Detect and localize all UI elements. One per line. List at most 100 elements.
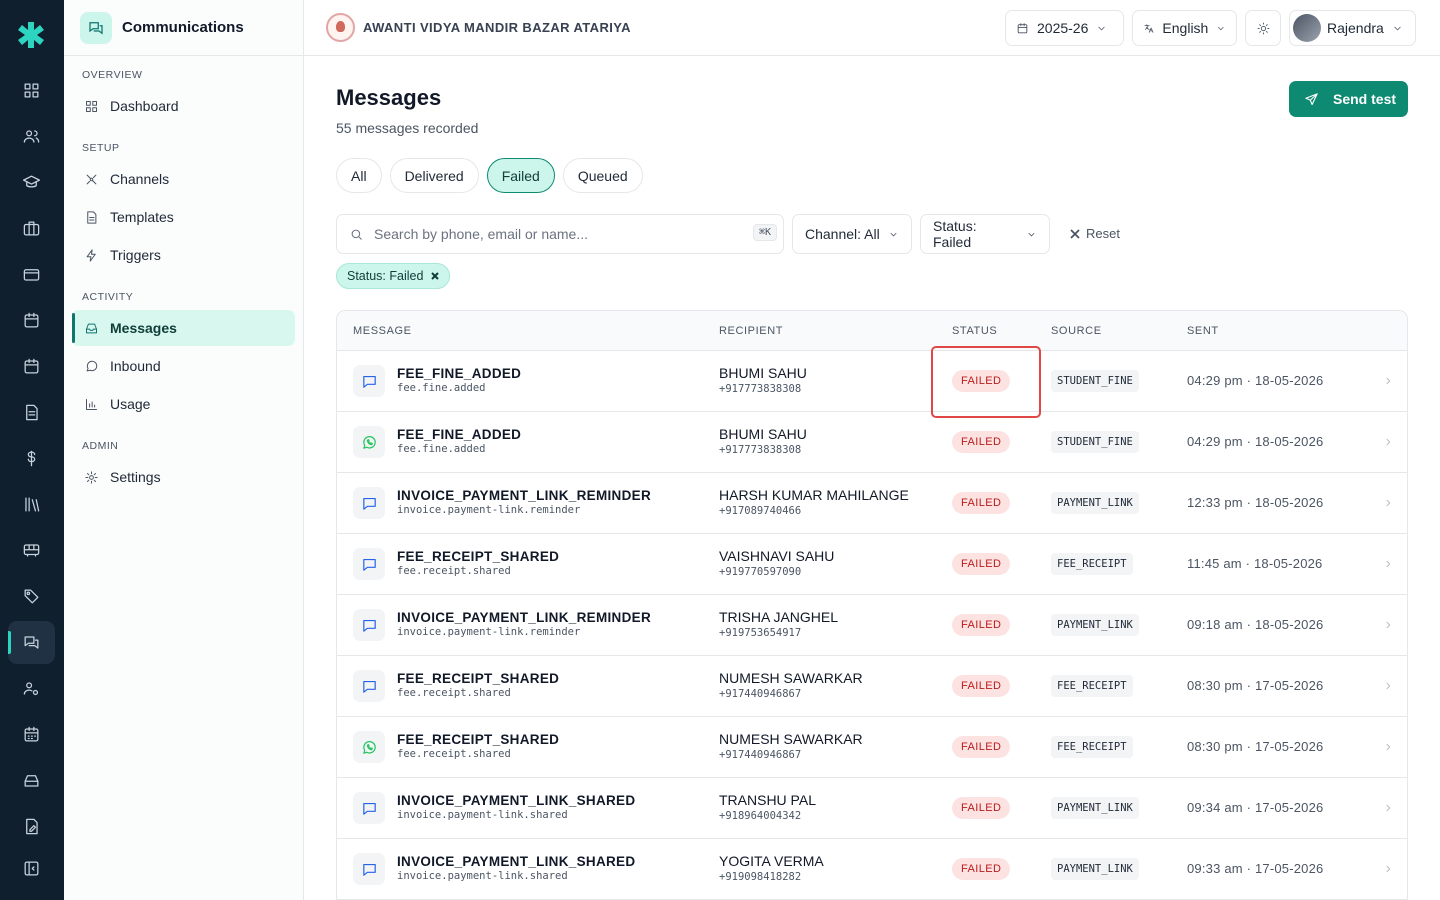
table-body: FEE_FINE_ADDED fee.fine.added BHUMI SAHU +9… [337, 351, 1407, 900]
chevron-down-icon [1394, 26, 1401, 30]
status-badge: FAILED [952, 675, 1011, 697]
rail-button-calendar-grid[interactable] [8, 713, 55, 756]
gear-icon [85, 470, 98, 484]
sidebar-item-triggers[interactable]: Triggers [72, 237, 295, 273]
table-row[interactable]: FEE_FINE_ADDED fee.fine.added BHUMI SAHU +9… [337, 351, 1407, 412]
sms-icon [353, 609, 385, 641]
nav-group-overview: OVERVIEW [82, 69, 143, 81]
sms-icon [353, 365, 385, 397]
theme-toggle-button[interactable] [1245, 10, 1281, 46]
recipient-phone: +919753654917 [719, 627, 802, 639]
module-title: Communications [122, 19, 244, 36]
rail-button-file-edit[interactable] [8, 805, 55, 848]
rail-button-graduation-cap[interactable] [8, 161, 55, 204]
sidebar-item-label: Messages [110, 320, 177, 336]
table-row[interactable]: INVOICE_PAYMENT_LINK_REMINDER invoice.pay… [337, 473, 1407, 534]
user-menu[interactable]: Rajendra [1289, 10, 1416, 46]
search-shortcut: ⌘K [752, 224, 777, 241]
sidebar-item-label: Templates [110, 209, 174, 225]
rail-button-collapse[interactable] [8, 847, 55, 890]
tag-icon [24, 589, 39, 604]
reset-button[interactable]: Reset [1070, 226, 1120, 241]
channel-filter[interactable]: Channel: All [792, 214, 912, 254]
app-logo-icon[interactable] [16, 20, 46, 50]
recipient-name: NUMESH SAWARKAR [719, 670, 863, 686]
status-badge: FAILED [952, 797, 1011, 819]
rail-button-calendar-alt[interactable] [8, 345, 55, 388]
calendar-icon [24, 312, 39, 328]
rail-button-card[interactable] [8, 253, 55, 296]
sidebar-item-inbound[interactable]: Inbound [72, 348, 295, 384]
rail-button-tag[interactable] [8, 575, 55, 618]
chevron-down-icon [1218, 26, 1224, 30]
sms-icon [353, 670, 385, 702]
sidebar-item-label: Settings [110, 469, 161, 485]
tab-failed[interactable]: Failed [486, 158, 555, 193]
tab-queued[interactable]: Queued [562, 158, 643, 193]
sms-icon [353, 487, 385, 519]
table-row[interactable]: INVOICE_PAYMENT_LINK_SHARED invoice.payme… [337, 778, 1407, 839]
tab-delivered[interactable]: Delivered [389, 158, 479, 193]
chevron-right-icon [1386, 377, 1391, 385]
status-badge: FAILED [952, 858, 1011, 880]
source-tag: PAYMENT_LINK [1051, 858, 1139, 880]
rail-button-chat[interactable] [8, 621, 55, 664]
sidebar-item-label: Dashboard [110, 98, 179, 114]
search-input[interactable] [374, 226, 734, 242]
sidebar-item-channels[interactable]: Channels [72, 161, 295, 197]
calendar-grid-icon [24, 726, 39, 742]
source-tag: PAYMENT_LINK [1051, 492, 1139, 514]
sent-time: 04:29 pm · 18-05-2026 [1187, 434, 1324, 449]
table-row[interactable]: FEE_RECEIPT_SHARED fee.receipt.shared NUME… [337, 717, 1407, 778]
rail-button-document[interactable] [8, 391, 55, 434]
rail-button-dashboard[interactable] [8, 69, 55, 112]
translate-icon [1144, 23, 1154, 33]
chevron-right-icon [1386, 743, 1391, 751]
message-key: fee.fine.added [397, 443, 486, 455]
sms-icon [353, 853, 385, 885]
school-brand: AWANTI VIDYA MANDIR BAZAR ATARIYA [326, 13, 631, 42]
rail-button-users[interactable] [8, 115, 55, 158]
table-row[interactable]: FEE_FINE_ADDED fee.fine.added BHUMI SAHU +9… [337, 412, 1407, 473]
graduation-cap-icon [22, 175, 41, 188]
sidebar-item-label: Inbound [110, 358, 161, 374]
rail-button-library[interactable] [8, 483, 55, 526]
remove-filter-icon[interactable] [431, 272, 440, 280]
table-row[interactable]: FEE_RECEIPT_SHARED fee.receipt.shared VAIS… [337, 534, 1407, 595]
rail-button-briefcase[interactable] [8, 207, 55, 250]
sidebar-item-settings[interactable]: Settings [72, 459, 295, 495]
tab-all[interactable]: All [336, 158, 382, 193]
rail-button-inbox-tray[interactable] [8, 759, 55, 802]
column-header-recipient: RECIPIENT [719, 325, 784, 337]
status-badge: FAILED [952, 553, 1011, 575]
main-content: Messages 55 messages recorded Send test … [304, 57, 1440, 900]
document-icon [26, 404, 38, 421]
table-header: MESSAGE RECIPIENT STATUS SOURCE SENT [337, 311, 1407, 351]
chevron-right-icon [1386, 682, 1391, 690]
status-badge: FAILED [952, 370, 1011, 392]
rail-button-dollar[interactable] [8, 437, 55, 480]
sms-icon [353, 792, 385, 824]
table-row[interactable]: FEE_RECEIPT_SHARED fee.receipt.shared NUME… [337, 656, 1407, 717]
chevron-right-icon [1386, 560, 1391, 568]
sidebar-item-messages[interactable]: Messages [72, 310, 295, 346]
message-key: fee.receipt.shared [397, 687, 511, 699]
sidebar-item-dashboard[interactable]: Dashboard [72, 88, 295, 124]
rail-button-user-gear[interactable] [8, 667, 55, 710]
channel-filter-label: Channel: All [805, 226, 880, 242]
send-test-button[interactable]: Send test [1289, 81, 1408, 117]
language-selector[interactable]: English [1132, 10, 1237, 46]
rail-button-calendar[interactable] [8, 299, 55, 342]
year-selector[interactable]: 2025-26 [1005, 10, 1124, 46]
inbox-tray-icon [24, 775, 39, 787]
page-subtitle: 55 messages recorded [336, 120, 479, 136]
table-row[interactable]: INVOICE_PAYMENT_LINK_REMINDER invoice.pay… [337, 595, 1407, 656]
rail-button-bus[interactable] [8, 529, 55, 572]
sidebar-item-templates[interactable]: Templates [72, 199, 295, 235]
table-row[interactable]: INVOICE_PAYMENT_LINK_SHARED invoice.payme… [337, 839, 1407, 900]
status-filter[interactable]: Status: Failed [920, 214, 1050, 254]
chevron-down-icon [1028, 232, 1035, 236]
bolt-icon [86, 248, 96, 262]
sidebar-item-usage[interactable]: Usage [72, 386, 295, 422]
chevron-right-icon [1386, 621, 1391, 629]
